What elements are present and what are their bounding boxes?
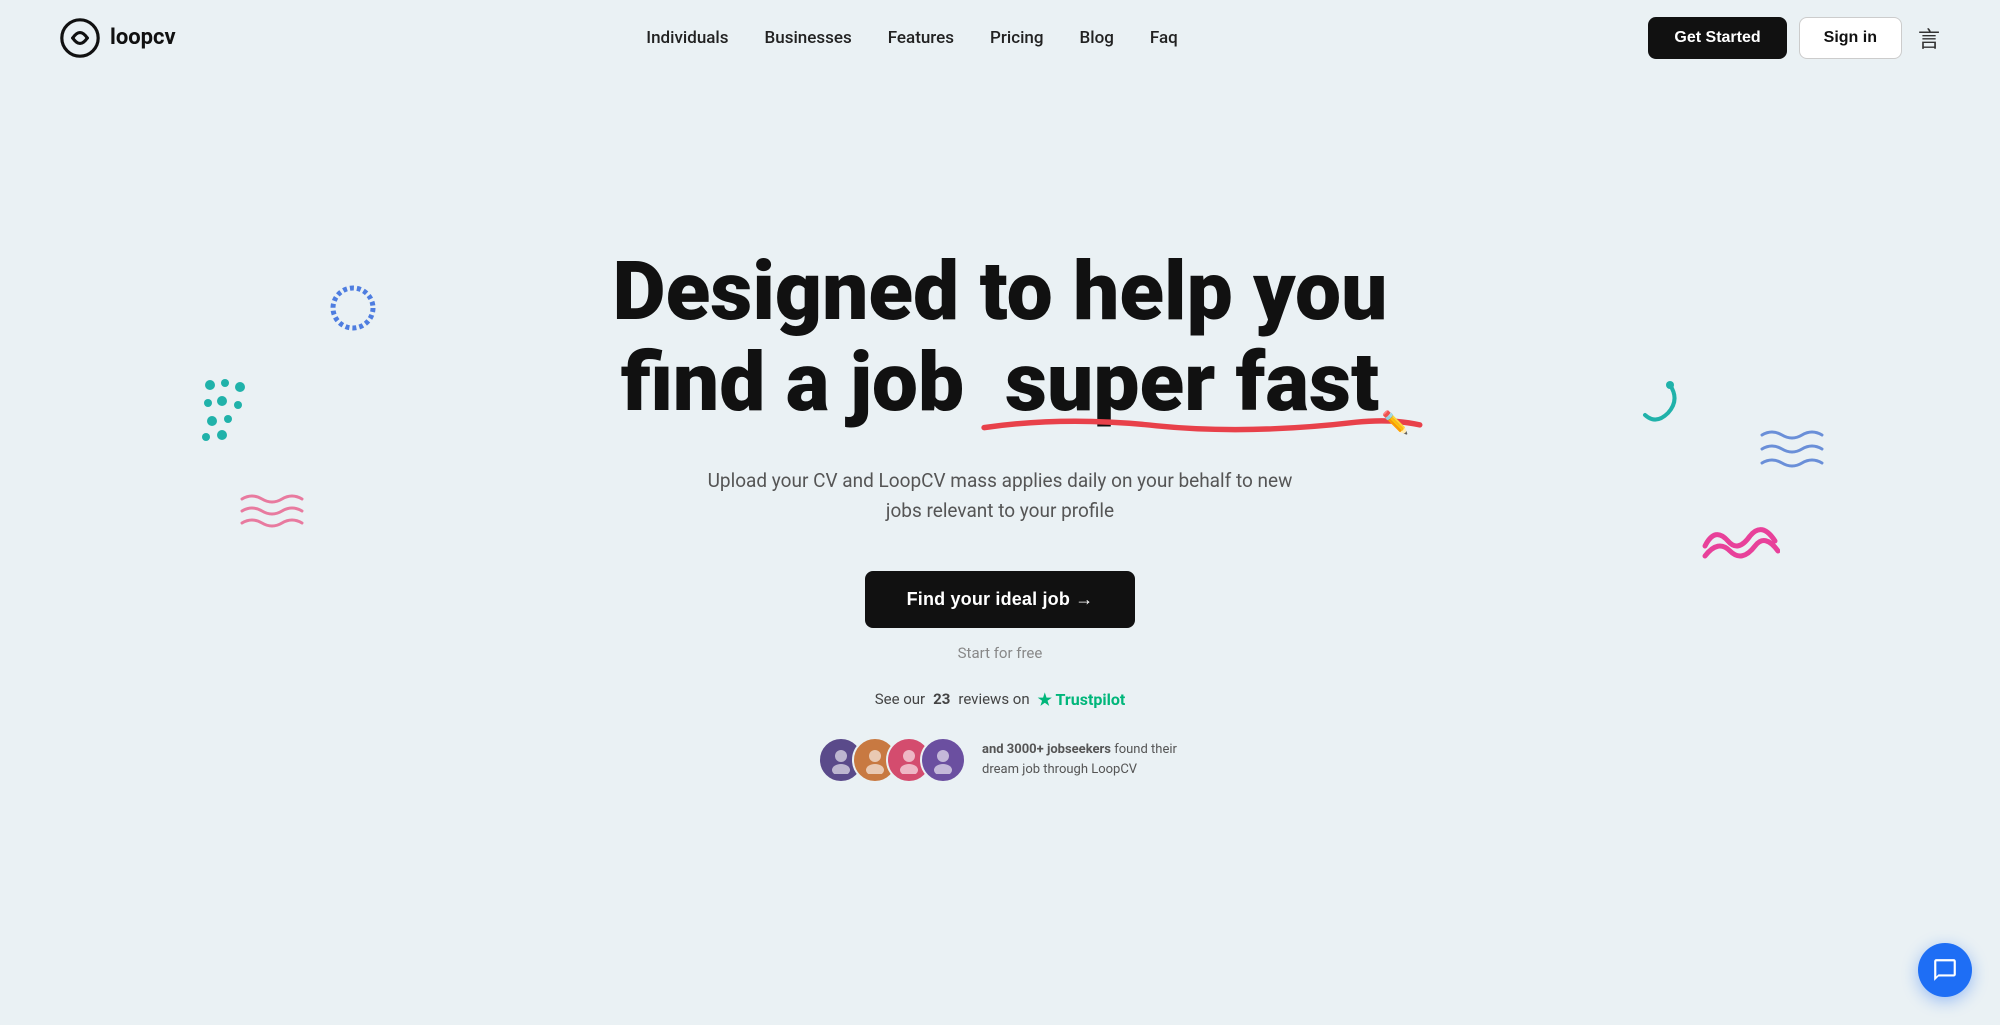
hero-title-line2: find a job super fast ✏️ (621, 335, 1379, 431)
nav-faq[interactable]: Faq (1150, 28, 1178, 48)
deco-teal-curl (1630, 375, 1680, 429)
nav-individuals[interactable]: Individuals (646, 28, 728, 48)
hero-title-before-underline: find a job (621, 335, 964, 431)
logo-text: loopcv (110, 25, 176, 50)
nav-businesses[interactable]: Businesses (765, 28, 852, 48)
language-icon[interactable]: 言 (1918, 22, 1940, 54)
social-proof: and 3000+ jobseekers found their dream j… (818, 737, 1182, 783)
nav-links: Individuals Businesses Features Pricing … (646, 28, 1177, 48)
hero-title-line1: Designed to help you (613, 244, 1388, 340)
nav-pricing[interactable]: Pricing (990, 28, 1044, 48)
avatar-4 (920, 737, 966, 783)
hero-section: Designed to help you find a job super fa… (0, 75, 2000, 935)
sign-in-button[interactable]: Sign in (1799, 17, 1902, 59)
trustpilot-brand[interactable]: ★ Trustpilot (1038, 690, 1126, 709)
nav-blog[interactable]: Blog (1080, 28, 1114, 48)
trustpilot-text-after: reviews on (958, 690, 1029, 708)
social-proof-text: and 3000+ jobseekers found their dream j… (982, 740, 1182, 779)
trustpilot-text-before: See our (875, 690, 925, 708)
chat-icon (1932, 957, 1958, 983)
chat-bubble-button[interactable] (1918, 943, 1972, 997)
deco-blue-waves (1760, 425, 1830, 479)
pencil-icon: ✏️ (1382, 412, 1409, 436)
find-job-button[interactable]: Find your ideal job → (865, 571, 1136, 628)
deco-teal-dots (200, 375, 260, 449)
start-free-label: Start for free (958, 644, 1043, 662)
nav-actions: Get Started Sign in 言 (1648, 17, 1940, 59)
deco-pink-scribble (1700, 521, 1780, 575)
deco-blue-circle (330, 285, 376, 331)
avatar-group (818, 737, 966, 783)
get-started-button[interactable]: Get Started (1648, 17, 1786, 59)
hero-title: Designed to help you find a job super fa… (613, 247, 1388, 427)
hero-subtitle: Upload your CV and LoopCV mass applies d… (700, 466, 1300, 527)
nav-features[interactable]: Features (888, 28, 954, 48)
logo-link[interactable]: loopcv (60, 18, 176, 58)
trustpilot-row: See our 23 reviews on ★ Trustpilot (875, 690, 1126, 709)
logo-icon (60, 18, 100, 58)
trustpilot-count: 23 (933, 690, 950, 708)
deco-pink-waves (240, 491, 310, 535)
navbar: loopcv Individuals Businesses Features P… (0, 0, 2000, 75)
hero-underlined-word: super fast ✏️ (985, 338, 1380, 428)
